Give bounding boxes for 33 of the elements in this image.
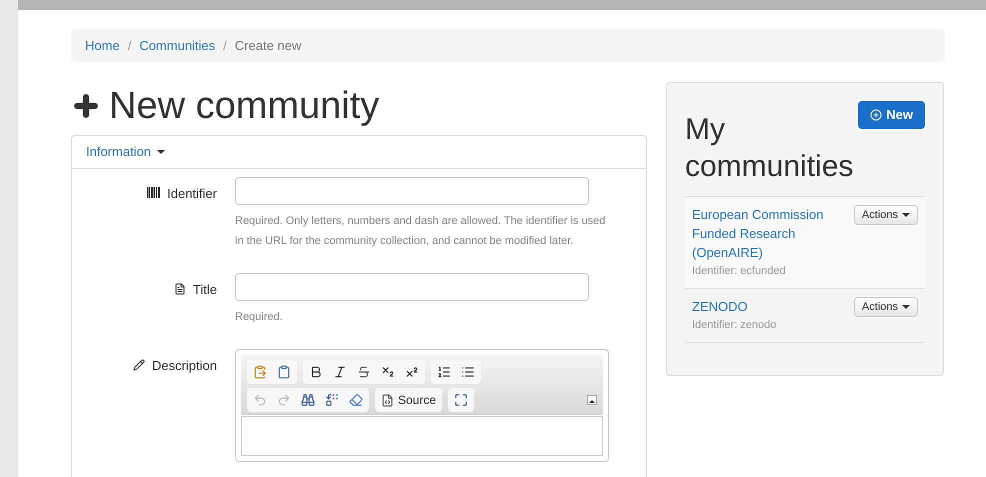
- community-identifier: Identifier: ecfunded: [692, 264, 787, 279]
- field-label: Identifier: [167, 185, 217, 203]
- help-text: Required.: [235, 310, 284, 325]
- field-label: Description: [152, 357, 217, 375]
- text-field[interactable]: [235, 177, 589, 205]
- actions-button[interactable]: Actions: [854, 205, 918, 225]
- community-link[interactable]: ZENODO: [692, 297, 842, 316]
- collapse-toolbar-button[interactable]: [587, 395, 597, 405]
- help-text: Required. Only letters, numbers and dash are allowed. The identifier is used in the URL for the community collection, and cannot be modified later.: [235, 214, 606, 249]
- breadcrumb-current: Create new: [234, 36, 302, 55]
- breadcrumb-separator: /: [222, 36, 228, 55]
- breadcrumb-link[interactable]: Home: [85, 36, 120, 56]
- plus-circle-icon: [870, 109, 882, 121]
- document-icon: [174, 283, 186, 295]
- field-label: Title: [192, 281, 217, 299]
- caret-icon: [902, 305, 910, 309]
- barcode-icon: [147, 187, 160, 198]
- new-button[interactable]: New: [858, 101, 925, 129]
- page-title: New community: [109, 87, 380, 125]
- community-identifier: Identifier: zenodo: [692, 318, 778, 333]
- source-icon: [381, 394, 394, 406]
- breadcrumb-separator: /: [126, 36, 132, 55]
- panel-title: My communities: [685, 112, 854, 185]
- actions-button[interactable]: Actions: [854, 297, 918, 317]
- source-button[interactable]: Source: [375, 388, 442, 412]
- community-link[interactable]: European Commission Funded Research (OpenAIRE): [692, 205, 842, 262]
- caret-icon: [902, 213, 910, 217]
- breadcrumb-link[interactable]: Communities: [139, 36, 216, 56]
- text-field[interactable]: [235, 273, 589, 301]
- caret-icon: [157, 150, 166, 154]
- information-tab[interactable]: Information: [86, 142, 166, 162]
- plus-icon: [71, 91, 101, 121]
- pencil-icon: [132, 359, 145, 371]
